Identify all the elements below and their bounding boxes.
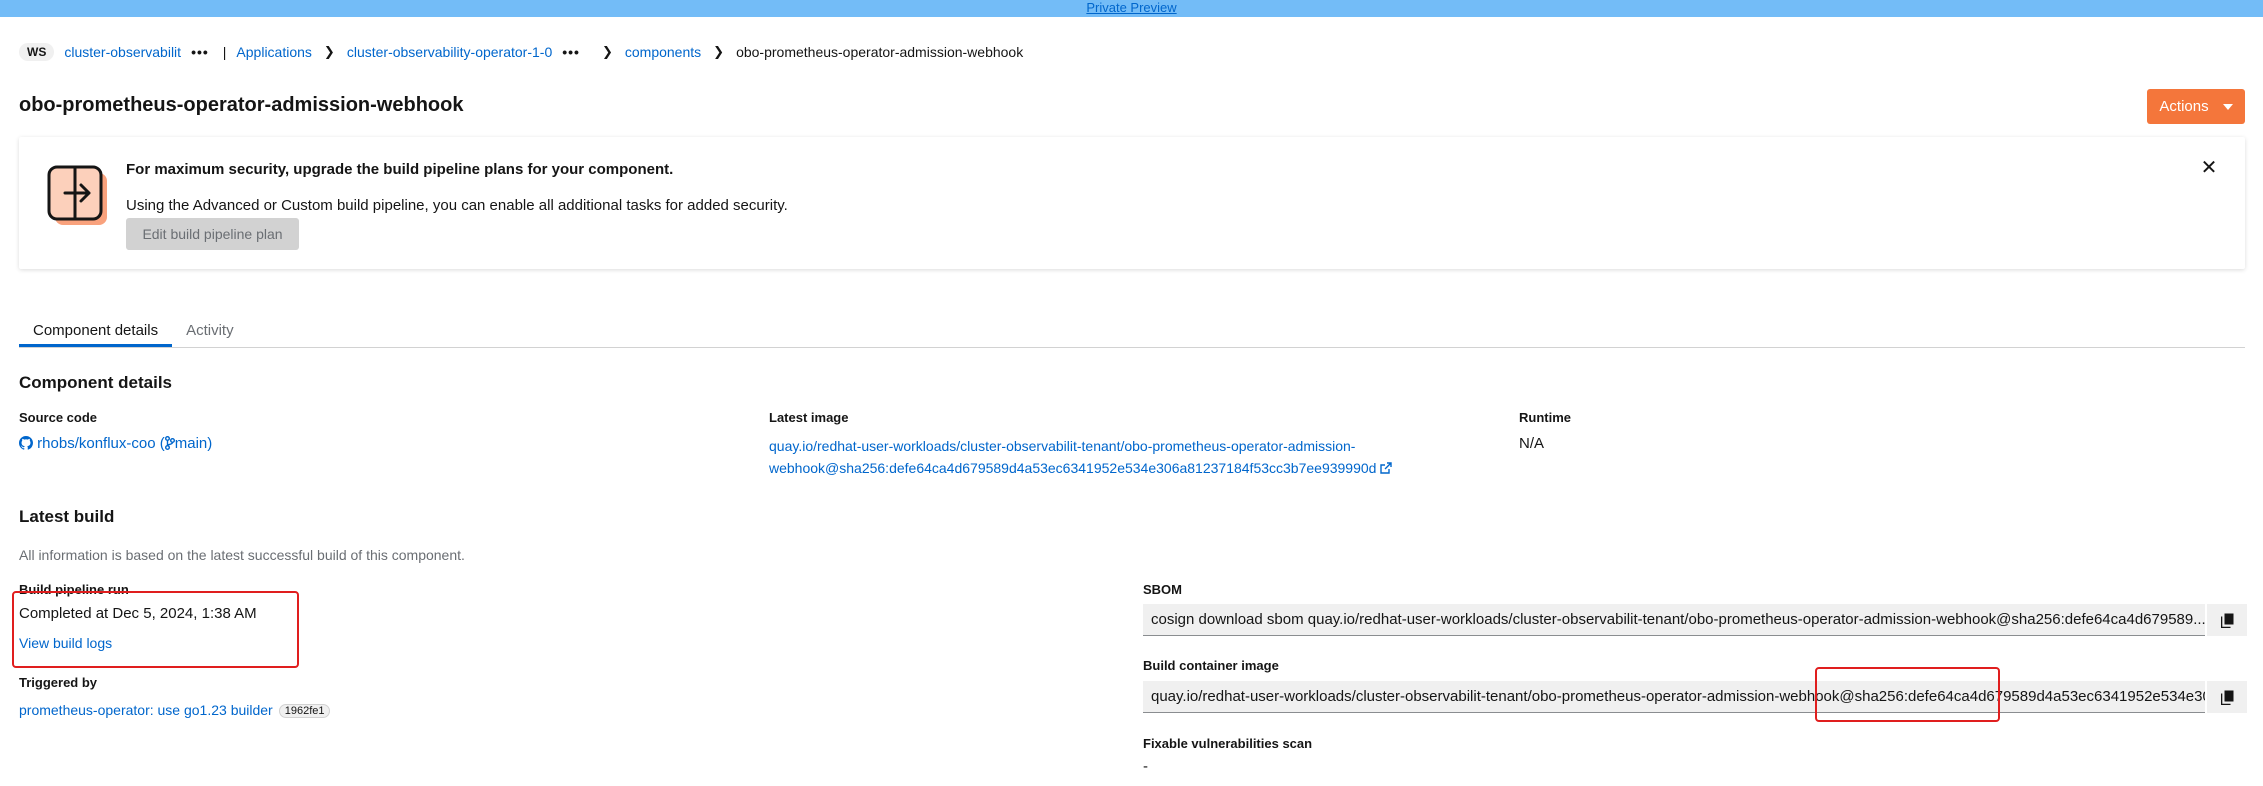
breadcrumb-current: obo-prometheus-operator-admission-webhoo… xyxy=(736,44,1024,60)
breadcrumb-application[interactable]: cluster-observability-operator-1-0 xyxy=(347,44,552,60)
chevron-right-icon: ❯ xyxy=(713,44,725,59)
latest-image-link[interactable]: quay.io/redhat-user-workloads/cluster-ob… xyxy=(769,435,1469,479)
triggered-by-label: Triggered by xyxy=(19,675,98,690)
runtime-value: N/A xyxy=(1519,435,1545,452)
breadcrumb-components[interactable]: components xyxy=(625,44,701,60)
copy-sbom-button[interactable] xyxy=(2205,604,2247,636)
branch-close-paren: ) xyxy=(207,435,213,452)
private-preview-banner[interactable]: Private Preview xyxy=(0,0,2263,17)
external-link-icon xyxy=(1380,462,1393,474)
more-horizontal-icon[interactable]: ••• xyxy=(562,44,580,60)
breadcrumb-divider: | xyxy=(222,44,227,60)
page-title: obo-prometheus-operator-admission-webhoo… xyxy=(19,94,464,116)
breadcrumb-workspace[interactable]: cluster-observabilit xyxy=(64,44,181,60)
build-container-image-label: Build container image xyxy=(1143,658,1279,673)
workspace-badge: WS xyxy=(19,43,55,61)
sbom-label: SBOM xyxy=(1143,582,1182,597)
source-code-link[interactable]: rhobs/konflux-coo (main) xyxy=(19,435,212,452)
caret-down-icon xyxy=(2222,103,2233,110)
annotation-highlight-image-digest xyxy=(1815,667,2000,722)
copy-container-image-button[interactable] xyxy=(2205,681,2247,713)
upgrade-pipeline-alert: For maximum security, upgrade the build … xyxy=(19,137,2245,269)
breadcrumb-applications[interactable]: Applications xyxy=(236,44,312,60)
source-code-label: Source code xyxy=(19,410,98,425)
edit-build-pipeline-plan-button[interactable]: Edit build pipeline plan xyxy=(126,218,299,250)
source-code-value: rhobs/konflux-coo (main) xyxy=(19,435,212,452)
copy-icon xyxy=(2220,613,2233,628)
fixable-vulnerabilities-value: - xyxy=(1143,758,1148,775)
runtime-label: Runtime xyxy=(1519,410,1571,425)
actions-label: Actions xyxy=(2159,98,2209,115)
component-details-heading: Component details xyxy=(19,373,173,392)
annotation-highlight-build-run xyxy=(12,591,299,668)
github-icon xyxy=(19,436,34,450)
sbom-command-field[interactable]: cosign download sbom quay.io/redhat-user… xyxy=(1143,604,2205,636)
copy-icon xyxy=(2220,690,2233,705)
alert-description: Using the Advanced or Custom build pipel… xyxy=(126,197,788,214)
triggered-by-value: prometheus-operator: use go1.23 builder 1… xyxy=(19,702,331,719)
more-horizontal-icon[interactable]: ••• xyxy=(191,44,209,60)
source-repo: rhobs/konflux-coo xyxy=(37,435,156,452)
source-branch: main xyxy=(174,435,208,452)
fixable-vulnerabilities-label: Fixable vulnerabilities scan xyxy=(1143,736,1313,751)
latest-build-note: All information is based on the latest s… xyxy=(19,547,465,563)
component-tabs: Component details Activity xyxy=(19,314,2245,348)
latest-image-line-1: quay.io/redhat-user-workloads/cluster-ob… xyxy=(769,438,1356,454)
actions-dropdown-button[interactable]: Actions xyxy=(2147,89,2245,124)
branch-icon xyxy=(164,436,175,450)
chevron-right-icon: ❯ xyxy=(323,44,335,59)
triggered-by-commit-link[interactable]: prometheus-operator: use go1.23 builder xyxy=(19,702,273,718)
commit-sha-badge[interactable]: 1962fe1 xyxy=(278,704,331,719)
breadcrumb: WS cluster-observabilit ••• | Applicatio… xyxy=(19,41,1023,63)
tab-component-details[interactable]: Component details xyxy=(19,314,173,347)
pipeline-upgrade-icon xyxy=(47,165,107,225)
latest-image-line-2: webhook@sha256:defe64ca4d679589d4a53ec63… xyxy=(769,460,1377,476)
alert-title: For maximum security, upgrade the build … xyxy=(126,161,674,178)
latest-build-heading: Latest build xyxy=(19,507,115,526)
chevron-right-icon: ❯ xyxy=(601,44,613,59)
latest-image-label: Latest image xyxy=(769,410,849,425)
build-container-image-field[interactable]: quay.io/redhat-user-workloads/cluster-ob… xyxy=(1143,681,2205,713)
tab-activity[interactable]: Activity xyxy=(172,314,248,347)
close-icon[interactable]: ✕ xyxy=(2199,157,2219,179)
